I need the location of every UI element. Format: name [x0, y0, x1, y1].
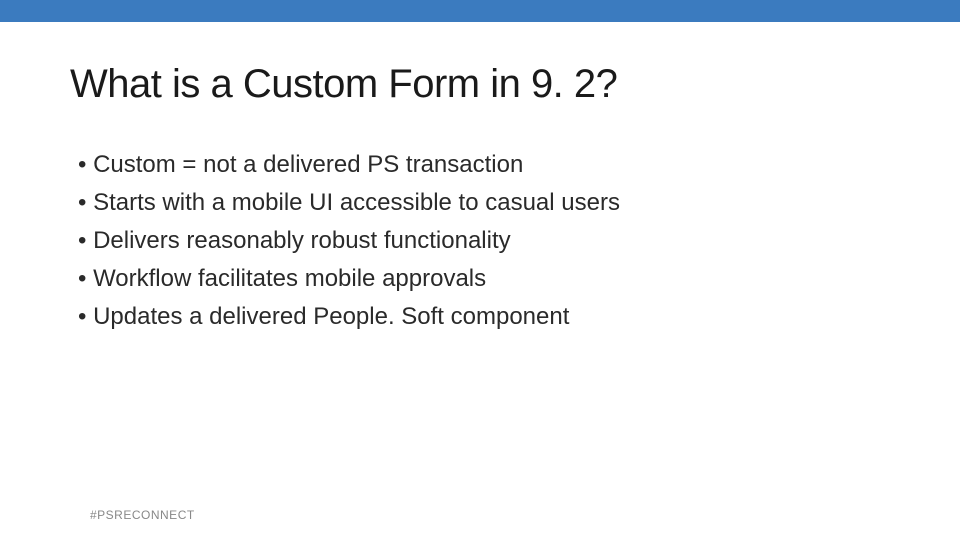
list-item: Custom = not a delivered PS transaction	[78, 147, 890, 183]
slide-title: What is a Custom Form in 9. 2?	[70, 62, 890, 107]
list-item: Workflow facilitates mobile approvals	[78, 261, 890, 297]
top-accent-bar	[0, 0, 960, 22]
list-item: Starts with a mobile UI accessible to ca…	[78, 185, 890, 221]
bullet-list: Custom = not a delivered PS transaction …	[70, 147, 890, 335]
slide-content: What is a Custom Form in 9. 2? Custom = …	[0, 22, 960, 335]
list-item: Delivers reasonably robust functionality	[78, 223, 890, 259]
footer-hashtag: #PSRECONNECT	[90, 508, 195, 522]
list-item: Updates a delivered People. Soft compone…	[78, 299, 890, 335]
